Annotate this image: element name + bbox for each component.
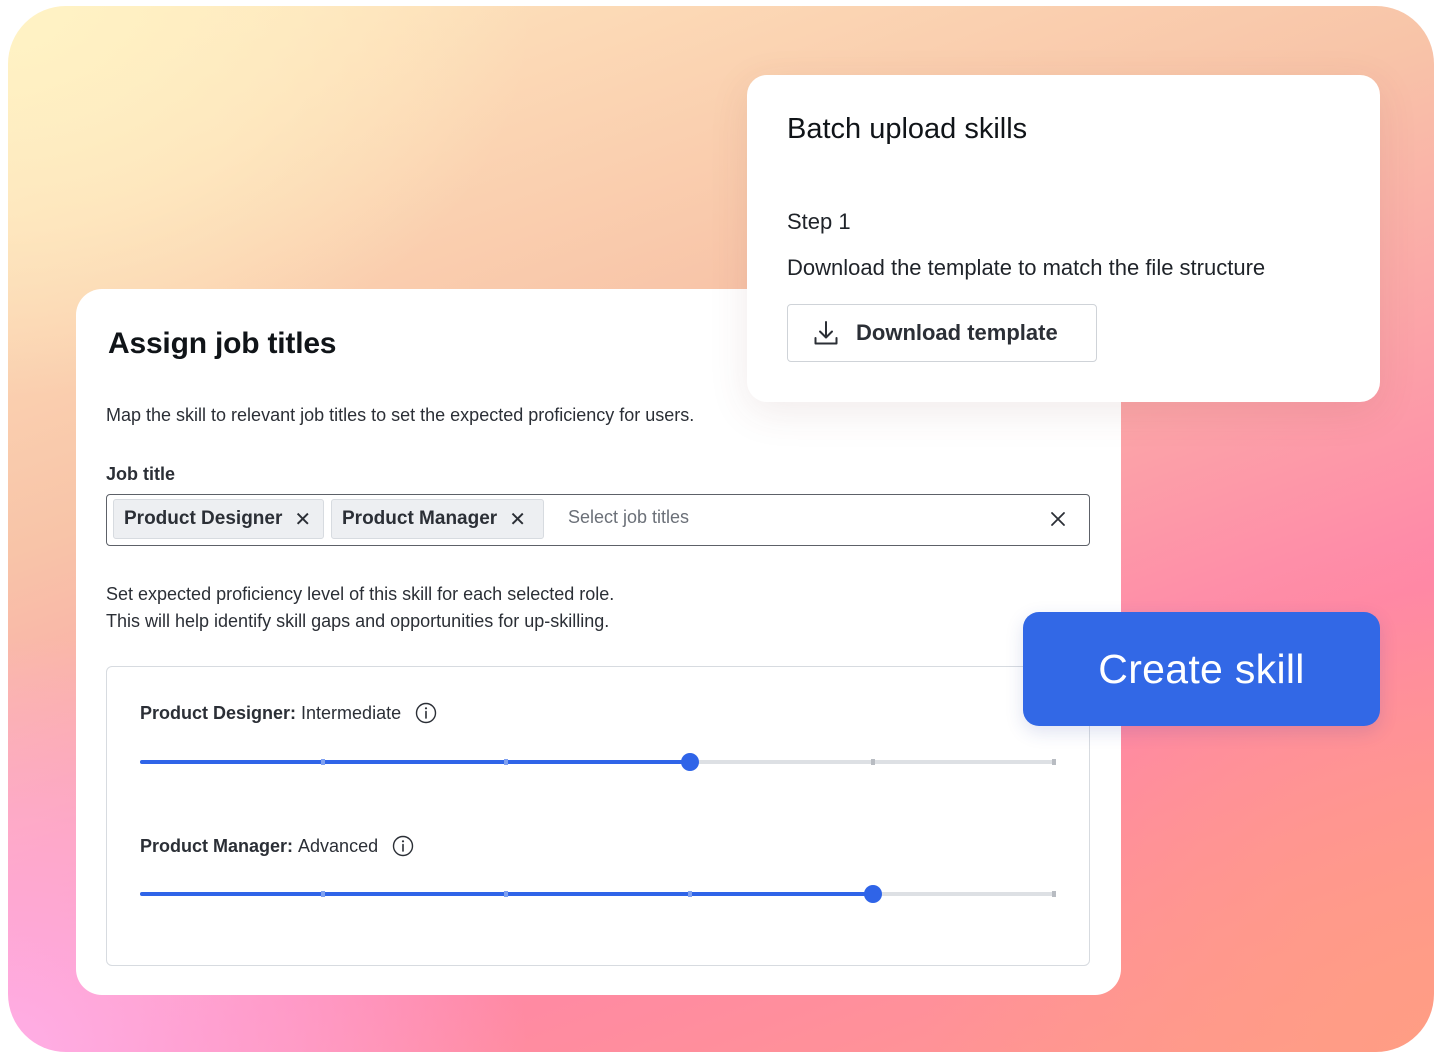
role-level: Intermediate <box>301 702 402 723</box>
proficiency-panel: Product Designer: Intermediate Product M… <box>106 666 1090 966</box>
chip-remove-icon[interactable]: ✕ <box>294 507 311 532</box>
slider-thumb[interactable] <box>680 753 699 771</box>
assign-title: Assign job titles <box>108 327 337 360</box>
job-title-label: Job title <box>106 464 176 484</box>
chip-product-manager: Product Manager ✕ <box>331 499 544 539</box>
chip-product-designer: Product Designer ✕ <box>113 499 324 539</box>
slider-tick <box>321 891 326 897</box>
role-label-product-manager: Product Manager: Advanced <box>140 835 414 857</box>
role-name: Product Designer: <box>140 702 297 723</box>
slider-fill <box>140 760 690 764</box>
job-title-select[interactable]: Product Designer ✕ Product Manager ✕ Sel… <box>106 494 1090 546</box>
chip-remove-icon[interactable]: ✕ <box>509 507 526 532</box>
info-icon[interactable] <box>392 835 414 857</box>
role-name: Product Manager: <box>140 835 294 856</box>
slider-tick <box>321 759 326 765</box>
slider-tick <box>1052 759 1056 765</box>
proficiency-line-1: Set expected proficiency level of this s… <box>106 584 615 604</box>
close-icon[interactable] <box>1047 508 1069 530</box>
download-template-label: Download template <box>856 320 1058 345</box>
slider-tick <box>870 759 875 765</box>
role-label-product-designer: Product Designer: Intermediate <box>140 702 437 724</box>
assign-description: Map the skill to relevant job titles to … <box>106 405 695 425</box>
step-description: Download the template to match the file … <box>787 255 1266 280</box>
slider-tick <box>1052 891 1056 897</box>
proficiency-line-2: This will help identify skill gaps and o… <box>106 611 610 631</box>
batch-title: Batch upload skills <box>787 113 1028 145</box>
proficiency-instructions: Set expected proficiency level of this s… <box>106 581 614 635</box>
background-frame: Assign job titles Map the skill to relev… <box>8 6 1434 1052</box>
step-label: Step 1 <box>787 209 851 234</box>
chip-label: Product Designer <box>124 508 283 529</box>
slider-tick <box>504 891 509 897</box>
info-icon[interactable] <box>415 702 437 724</box>
slider-thumb[interactable] <box>863 885 882 903</box>
batch-upload-card: Batch upload skills Step 1 Download the … <box>747 75 1380 402</box>
slider-tick <box>687 891 692 897</box>
proficiency-slider-product-designer[interactable] <box>140 753 1056 771</box>
role-level: Advanced <box>298 835 379 856</box>
download-template-button[interactable]: Download template <box>787 304 1097 362</box>
slider-tick <box>504 759 509 765</box>
job-title-placeholder[interactable]: Select job titles <box>568 507 689 528</box>
chip-label: Product Manager <box>342 508 498 529</box>
download-icon <box>814 321 838 345</box>
create-skill-button[interactable]: Create skill <box>1023 612 1380 726</box>
proficiency-slider-product-manager[interactable] <box>140 885 1056 903</box>
